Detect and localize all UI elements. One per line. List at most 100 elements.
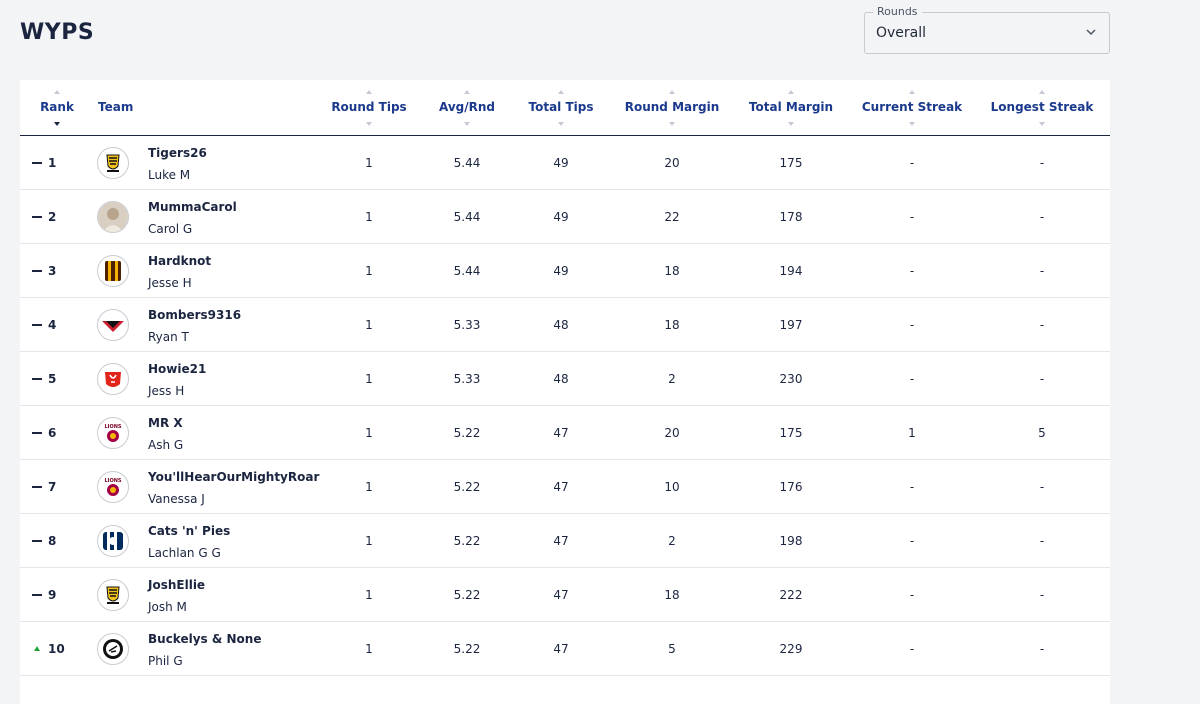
- rank-unchanged-icon: [32, 162, 42, 164]
- table-row[interactable]: 4 Bombers9316 Ryan T 1 5.33 48 18 197 - …: [20, 298, 1110, 352]
- sort-desc-icon[interactable]: [669, 122, 675, 126]
- hawks-logo-icon: [97, 255, 129, 287]
- total-margin-cell: 198: [779, 534, 803, 548]
- avg-rnd-cell: 5.44: [453, 264, 481, 278]
- total-tips-cell: 48: [553, 372, 569, 386]
- header-round-margin[interactable]: Round Margin: [625, 100, 720, 114]
- rank-unchanged-icon: [32, 378, 42, 380]
- rank-number: 9: [48, 588, 57, 602]
- tigers-logo-icon: [97, 579, 129, 611]
- current-streak-cell: -: [909, 318, 915, 332]
- current-streak-cell: 1: [908, 426, 916, 440]
- sort-asc-icon[interactable]: [909, 90, 915, 94]
- user-name: Vanessa J: [148, 492, 205, 506]
- sort-desc-icon[interactable]: [788, 122, 794, 126]
- avg-rnd-cell: 5.22: [453, 588, 481, 602]
- table-row[interactable]: 3 Hardknot Jesse H 1 5.44 49 18 194 - -: [20, 244, 1110, 298]
- total-margin-cell: 194: [779, 264, 803, 278]
- cats-logo-icon: [97, 525, 129, 557]
- rank-unchanged-icon: [32, 216, 42, 218]
- table-row[interactable]: 1 Tigers26 Luke M 1 5.44 49 20 175 - -: [20, 136, 1110, 190]
- sort-desc-icon[interactable]: [464, 122, 470, 126]
- sort-asc-icon[interactable]: [788, 90, 794, 94]
- team-name[interactable]: Tigers26: [148, 146, 207, 160]
- longest-streak-cell: -: [1039, 264, 1045, 278]
- sort-asc-icon[interactable]: [669, 90, 675, 94]
- sort-desc-icon[interactable]: [909, 122, 915, 126]
- sort-desc-icon[interactable]: [366, 122, 372, 126]
- total-margin-cell: 178: [779, 210, 803, 224]
- total-tips-cell: 49: [553, 156, 569, 170]
- table-header: Rank Team Round Tips Avg/Rnd Total Tips …: [20, 80, 1110, 136]
- total-margin-cell: 222: [779, 588, 803, 602]
- sort-asc-icon[interactable]: [1039, 90, 1045, 94]
- table-row[interactable]: 5 Howie21 Jess H 1 5.33 48 2 230 - -: [20, 352, 1110, 406]
- longest-streak-cell: 5: [1038, 426, 1046, 440]
- total-margin-cell: 197: [779, 318, 803, 332]
- team-name[interactable]: Cats 'n' Pies: [148, 524, 230, 538]
- svg-text:LIONS: LIONS: [104, 478, 121, 484]
- user-name: Luke M: [148, 168, 191, 182]
- total-margin-cell: 230: [779, 372, 803, 386]
- header-longest-streak[interactable]: Longest Streak: [991, 100, 1094, 114]
- avg-rnd-cell: 5.22: [453, 534, 481, 548]
- sort-asc-icon[interactable]: [558, 90, 564, 94]
- team-name[interactable]: Bombers9316: [148, 308, 241, 322]
- sort-asc-icon[interactable]: [464, 90, 470, 94]
- rank-number: 6: [48, 426, 57, 440]
- table-row[interactable]: 2 MummaCarol Carol G 1 5.44 49 22 178 - …: [20, 190, 1110, 244]
- round-margin-cell: 5: [668, 642, 676, 656]
- sort-desc-icon[interactable]: [1039, 122, 1045, 126]
- sort-asc-icon[interactable]: [366, 90, 372, 94]
- header-current-streak[interactable]: Current Streak: [862, 100, 962, 114]
- longest-streak-cell: -: [1039, 210, 1045, 224]
- round-margin-cell: 18: [664, 264, 680, 278]
- header-total-tips[interactable]: Total Tips: [529, 100, 594, 114]
- header-round-tips[interactable]: Round Tips: [331, 100, 406, 114]
- total-tips-cell: 47: [553, 642, 569, 656]
- round-tips-cell: 1: [365, 426, 373, 440]
- table-row[interactable]: 8 Cats 'n' Pies Lachlan G G 1 5.22 47 2 …: [20, 514, 1110, 568]
- team-name[interactable]: Hardknot: [148, 254, 211, 268]
- user-photo-avatar-icon: [97, 201, 129, 233]
- header-rank[interactable]: Rank: [40, 100, 74, 114]
- table-row[interactable]: 10 Buckelys & None Phil G 1 5.22 47 5 22…: [20, 622, 1110, 676]
- rank-up-icon: [34, 646, 40, 651]
- rounds-label: Rounds: [873, 5, 922, 18]
- user-name: Carol G: [148, 222, 193, 236]
- user-name: Jesse H: [148, 276, 192, 290]
- avg-rnd-cell: 5.44: [453, 210, 481, 224]
- current-streak-cell: -: [909, 642, 915, 656]
- header-avg-rnd[interactable]: Avg/Rnd: [439, 100, 495, 114]
- table-row[interactable]: 9 JoshEllie Josh M 1 5.22 47 18 222 - -: [20, 568, 1110, 622]
- rank-number: 7: [48, 480, 57, 494]
- table-row[interactable]: 7 LIONS You'llHearOurMightyRoar Vanessa …: [20, 460, 1110, 514]
- team-name[interactable]: You'llHearOurMightyRoar: [148, 470, 319, 484]
- current-streak-cell: -: [909, 210, 915, 224]
- total-tips-cell: 49: [553, 264, 569, 278]
- rank-number: 4: [48, 318, 57, 332]
- user-name: Ryan T: [148, 330, 189, 344]
- table-row[interactable]: 6 LIONS MR X Ash G 1 5.22 47 20 175 1 5: [20, 406, 1110, 460]
- sort-desc-icon[interactable]: [54, 122, 60, 126]
- round-margin-cell: 2: [668, 534, 676, 548]
- sort-desc-icon[interactable]: [558, 122, 564, 126]
- team-name[interactable]: Howie21: [148, 362, 206, 376]
- team-name[interactable]: Buckelys & None: [148, 632, 261, 646]
- total-margin-cell: 175: [779, 426, 803, 440]
- total-tips-cell: 48: [553, 318, 569, 332]
- longest-streak-cell: -: [1039, 480, 1045, 494]
- header-total-margin[interactable]: Total Margin: [749, 100, 833, 114]
- team-name[interactable]: MR X: [148, 416, 183, 430]
- round-margin-cell: 18: [664, 318, 680, 332]
- round-tips-cell: 1: [365, 264, 373, 278]
- total-tips-cell: 47: [553, 534, 569, 548]
- team-name[interactable]: MummaCarol: [148, 200, 237, 214]
- sort-asc-icon[interactable]: [54, 90, 60, 94]
- round-margin-cell: 2: [668, 372, 676, 386]
- lions-logo-icon: LIONS: [97, 471, 129, 503]
- longest-streak-cell: -: [1039, 588, 1045, 602]
- rounds-select[interactable]: Rounds Overall: [864, 5, 1110, 54]
- avg-rnd-cell: 5.22: [453, 426, 481, 440]
- team-name[interactable]: JoshEllie: [148, 578, 205, 592]
